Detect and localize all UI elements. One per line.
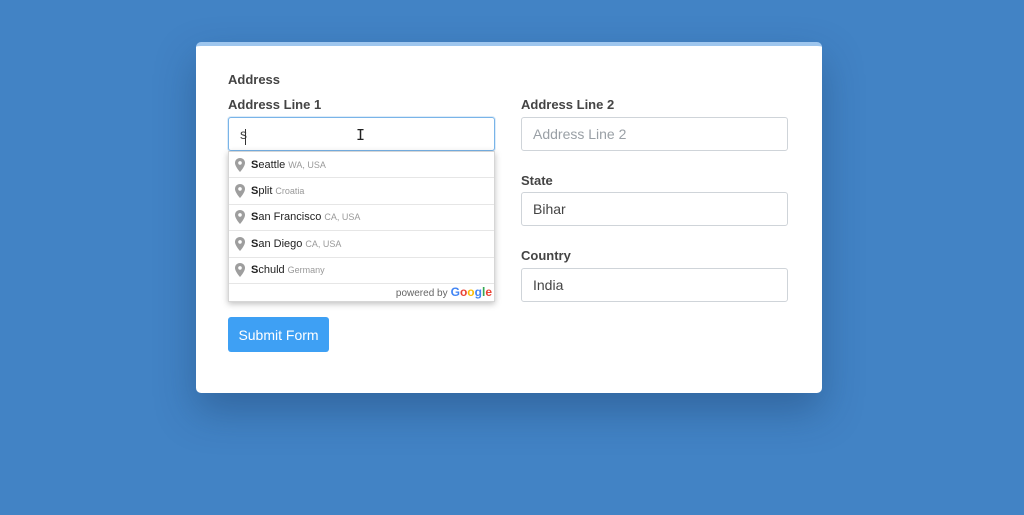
- autocomplete-suggestion[interactable]: Schuld Germany: [229, 258, 494, 284]
- suggestion-name: chuld: [258, 264, 285, 277]
- suggestion-region: WA, USA: [288, 159, 326, 170]
- suggestion-region: Croatia: [275, 186, 305, 197]
- country-input[interactable]: [521, 268, 788, 302]
- submit-button[interactable]: Submit Form: [228, 317, 329, 352]
- google-logo-letter: o: [467, 285, 475, 299]
- autocomplete-suggestion[interactable]: Seattle WA, USA: [229, 152, 494, 179]
- google-logo-letter: G: [450, 285, 460, 299]
- state-input[interactable]: [521, 192, 788, 226]
- text-cursor-icon: I: [356, 126, 366, 144]
- address-line-2-input[interactable]: [521, 117, 788, 151]
- autocomplete-suggestion[interactable]: San Diego CA, USA: [229, 231, 494, 258]
- suggestion-region: Germany: [287, 265, 325, 276]
- map-pin-icon: [235, 210, 245, 225]
- map-pin-icon: [235, 236, 245, 251]
- suggestion-name: an Diego: [258, 237, 303, 250]
- suggestion-region: CA, USA: [305, 238, 342, 249]
- autocomplete-suggestion[interactable]: San Francisco CA, USA: [229, 205, 494, 232]
- suggestion-match: S: [251, 185, 259, 198]
- map-pin-icon: [235, 263, 245, 278]
- suggestion-region: CA, USA: [324, 212, 361, 223]
- suggestion-name: eattle: [258, 158, 286, 171]
- suggestion-name: plit: [258, 185, 273, 198]
- autocomplete-suggestion[interactable]: Split Croatia: [229, 178, 494, 205]
- suggestion-match: S: [251, 211, 259, 224]
- autocomplete-dropdown: Seattle WA, USA Split Croatia San Francisco C…: [228, 151, 495, 302]
- suggestion-match: S: [251, 237, 259, 250]
- map-pin-icon: [235, 157, 245, 172]
- address-line-1-label: Address Line 1: [228, 97, 322, 112]
- google-logo-letter: e: [485, 285, 492, 299]
- google-logo-letter: g: [474, 285, 482, 299]
- google-logo: Google: [451, 285, 492, 299]
- powered-by-text: powered by: [395, 288, 448, 299]
- section-title: Address: [228, 72, 281, 87]
- country-label: Country: [521, 248, 571, 263]
- address-form-card: Address Address Line 1 I Address Line 2 …: [196, 42, 822, 393]
- suggestion-match: S: [251, 264, 259, 277]
- state-label: State: [521, 173, 553, 188]
- suggestion-name: an Francisco: [258, 211, 322, 224]
- text-caret: [245, 129, 246, 145]
- map-pin-icon: [235, 184, 245, 199]
- suggestion-match: S: [251, 158, 259, 171]
- powered-by-google: powered by Google: [396, 285, 492, 299]
- address-line-2-label: Address Line 2: [521, 97, 615, 112]
